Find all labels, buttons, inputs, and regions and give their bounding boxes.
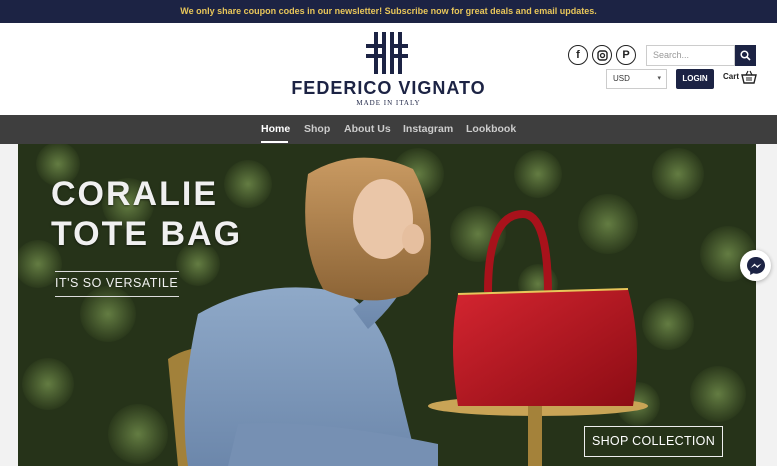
hero-subtitle: IT'S SO VERSATILE (55, 271, 179, 297)
hero-title: CORALIE TOTE BAG (51, 174, 242, 254)
search-icon (740, 50, 751, 61)
site-header: FEDERICO VIGNATO MADE IN ITALY f P Searc… (0, 23, 777, 115)
chevron-down-icon: ▾ (657, 75, 661, 82)
instagram-icon[interactable] (592, 45, 612, 65)
cart-icon[interactable] (741, 70, 757, 84)
search-input[interactable]: Search... (646, 45, 735, 66)
nav-item-instagram[interactable]: Instagram (403, 123, 453, 135)
facebook-glyph: f (576, 49, 580, 61)
currency-select[interactable]: USD ▾ (606, 69, 667, 89)
nav-item-shop[interactable]: Shop (304, 123, 330, 135)
brand-logo-icon[interactable] (366, 32, 408, 74)
pinterest-icon[interactable]: P (616, 45, 636, 65)
nav-item-lookbook[interactable]: Lookbook (466, 123, 516, 135)
hero-title-line1: CORALIE (51, 175, 218, 213)
instagram-glyph (596, 49, 608, 61)
currency-value: USD (613, 74, 630, 83)
brand-tagline: MADE IN ITALY (356, 99, 421, 107)
pinterest-glyph: P (622, 49, 630, 61)
nav-item-home[interactable]: Home (261, 123, 290, 135)
main-nav: Home Shop About Us Instagram Lookbook (0, 115, 777, 144)
hero-title-line2: TOTE BAG (51, 215, 243, 253)
nav-item-about-us[interactable]: About Us (344, 123, 391, 135)
login-button[interactable]: LOGIN (676, 69, 714, 89)
search-button[interactable] (735, 45, 756, 66)
nav-active-indicator (261, 141, 288, 143)
facebook-icon[interactable]: f (568, 45, 588, 65)
shop-collection-button[interactable]: SHOP COLLECTION (584, 426, 723, 457)
messenger-icon (746, 256, 765, 275)
announcement-bar: We only share coupon codes in our newsle… (0, 0, 777, 23)
hero-banner[interactable]: CORALIE TOTE BAG IT'S SO VERSATILE SHOP … (18, 144, 756, 466)
messenger-chat-button[interactable] (740, 250, 771, 281)
cart-link[interactable]: Cart (723, 72, 739, 81)
announcement-text: We only share coupon codes in our newsle… (180, 6, 597, 16)
